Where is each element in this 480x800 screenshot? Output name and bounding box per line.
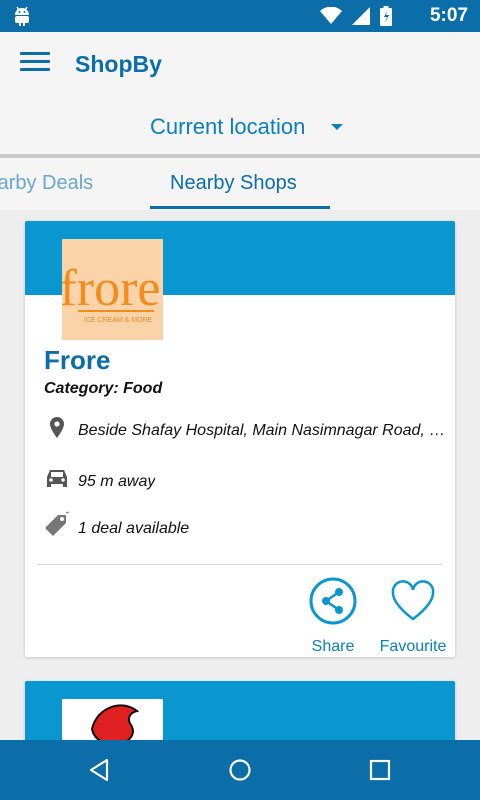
- battery-icon: [380, 6, 392, 31]
- location-pin-icon: [42, 413, 72, 448]
- favourite-button[interactable]: Favourite: [375, 577, 451, 656]
- status-bar: 5:07: [0, 0, 480, 32]
- shop-logo: frore ICE CREAM & MORE: [59, 239, 163, 340]
- location-dropdown[interactable]: Current location: [150, 114, 344, 140]
- recents-icon[interactable]: [365, 755, 395, 785]
- shop-distance-row: 95 m away: [42, 464, 452, 499]
- tab-bar: Nearby Deals Nearby Shops: [0, 158, 480, 210]
- android-icon: [12, 5, 32, 32]
- shop-deals: 1 deal available: [78, 519, 190, 537]
- tab-indicator: [150, 206, 330, 209]
- shop-name: Frore: [44, 345, 111, 375]
- tag-icon: [42, 511, 72, 546]
- shop-deals-row: 1 deal available: [42, 511, 452, 546]
- hamburger-menu-icon[interactable]: [20, 52, 50, 78]
- share-button[interactable]: Share: [305, 577, 361, 656]
- share-label: Share: [311, 638, 355, 655]
- logo-text: frore: [62, 260, 161, 317]
- location-label: Current location: [150, 114, 306, 139]
- shop-card[interactable]: frore ICE CREAM & MORE Frore Category: F…: [25, 221, 455, 657]
- clock-time: 5:07: [429, 5, 468, 26]
- shop-address: Beside Shafay Hospital, Main Nasimnagar …: [78, 421, 452, 439]
- tab-nearby-shops[interactable]: Nearby Shops: [170, 172, 297, 195]
- home-icon[interactable]: [225, 755, 255, 785]
- app-title: ShopBy: [75, 51, 162, 77]
- favourite-label: Favourite: [379, 638, 447, 655]
- shop-address-row: Beside Shafay Hospital, Main Nasimnagar …: [42, 413, 452, 448]
- location-bar: Current location: [0, 98, 480, 158]
- shop-distance: 95 m away: [78, 472, 156, 490]
- back-icon[interactable]: [85, 755, 115, 785]
- logo-subtext: ICE CREAM & MORE: [84, 317, 153, 324]
- signal-icon: [352, 7, 370, 30]
- dropdown-caret-icon: [331, 124, 344, 130]
- tab-nearby-deals[interactable]: Nearby Deals: [0, 172, 93, 195]
- card-divider: [37, 564, 442, 565]
- system-nav-bar: [0, 740, 480, 800]
- app-bar: ShopBy: [0, 32, 480, 98]
- heart-icon: [389, 580, 437, 629]
- car-icon: [42, 464, 72, 499]
- shop-category: Category: Food: [44, 380, 163, 397]
- wifi-icon: [320, 6, 342, 30]
- share-icon: [309, 577, 357, 629]
